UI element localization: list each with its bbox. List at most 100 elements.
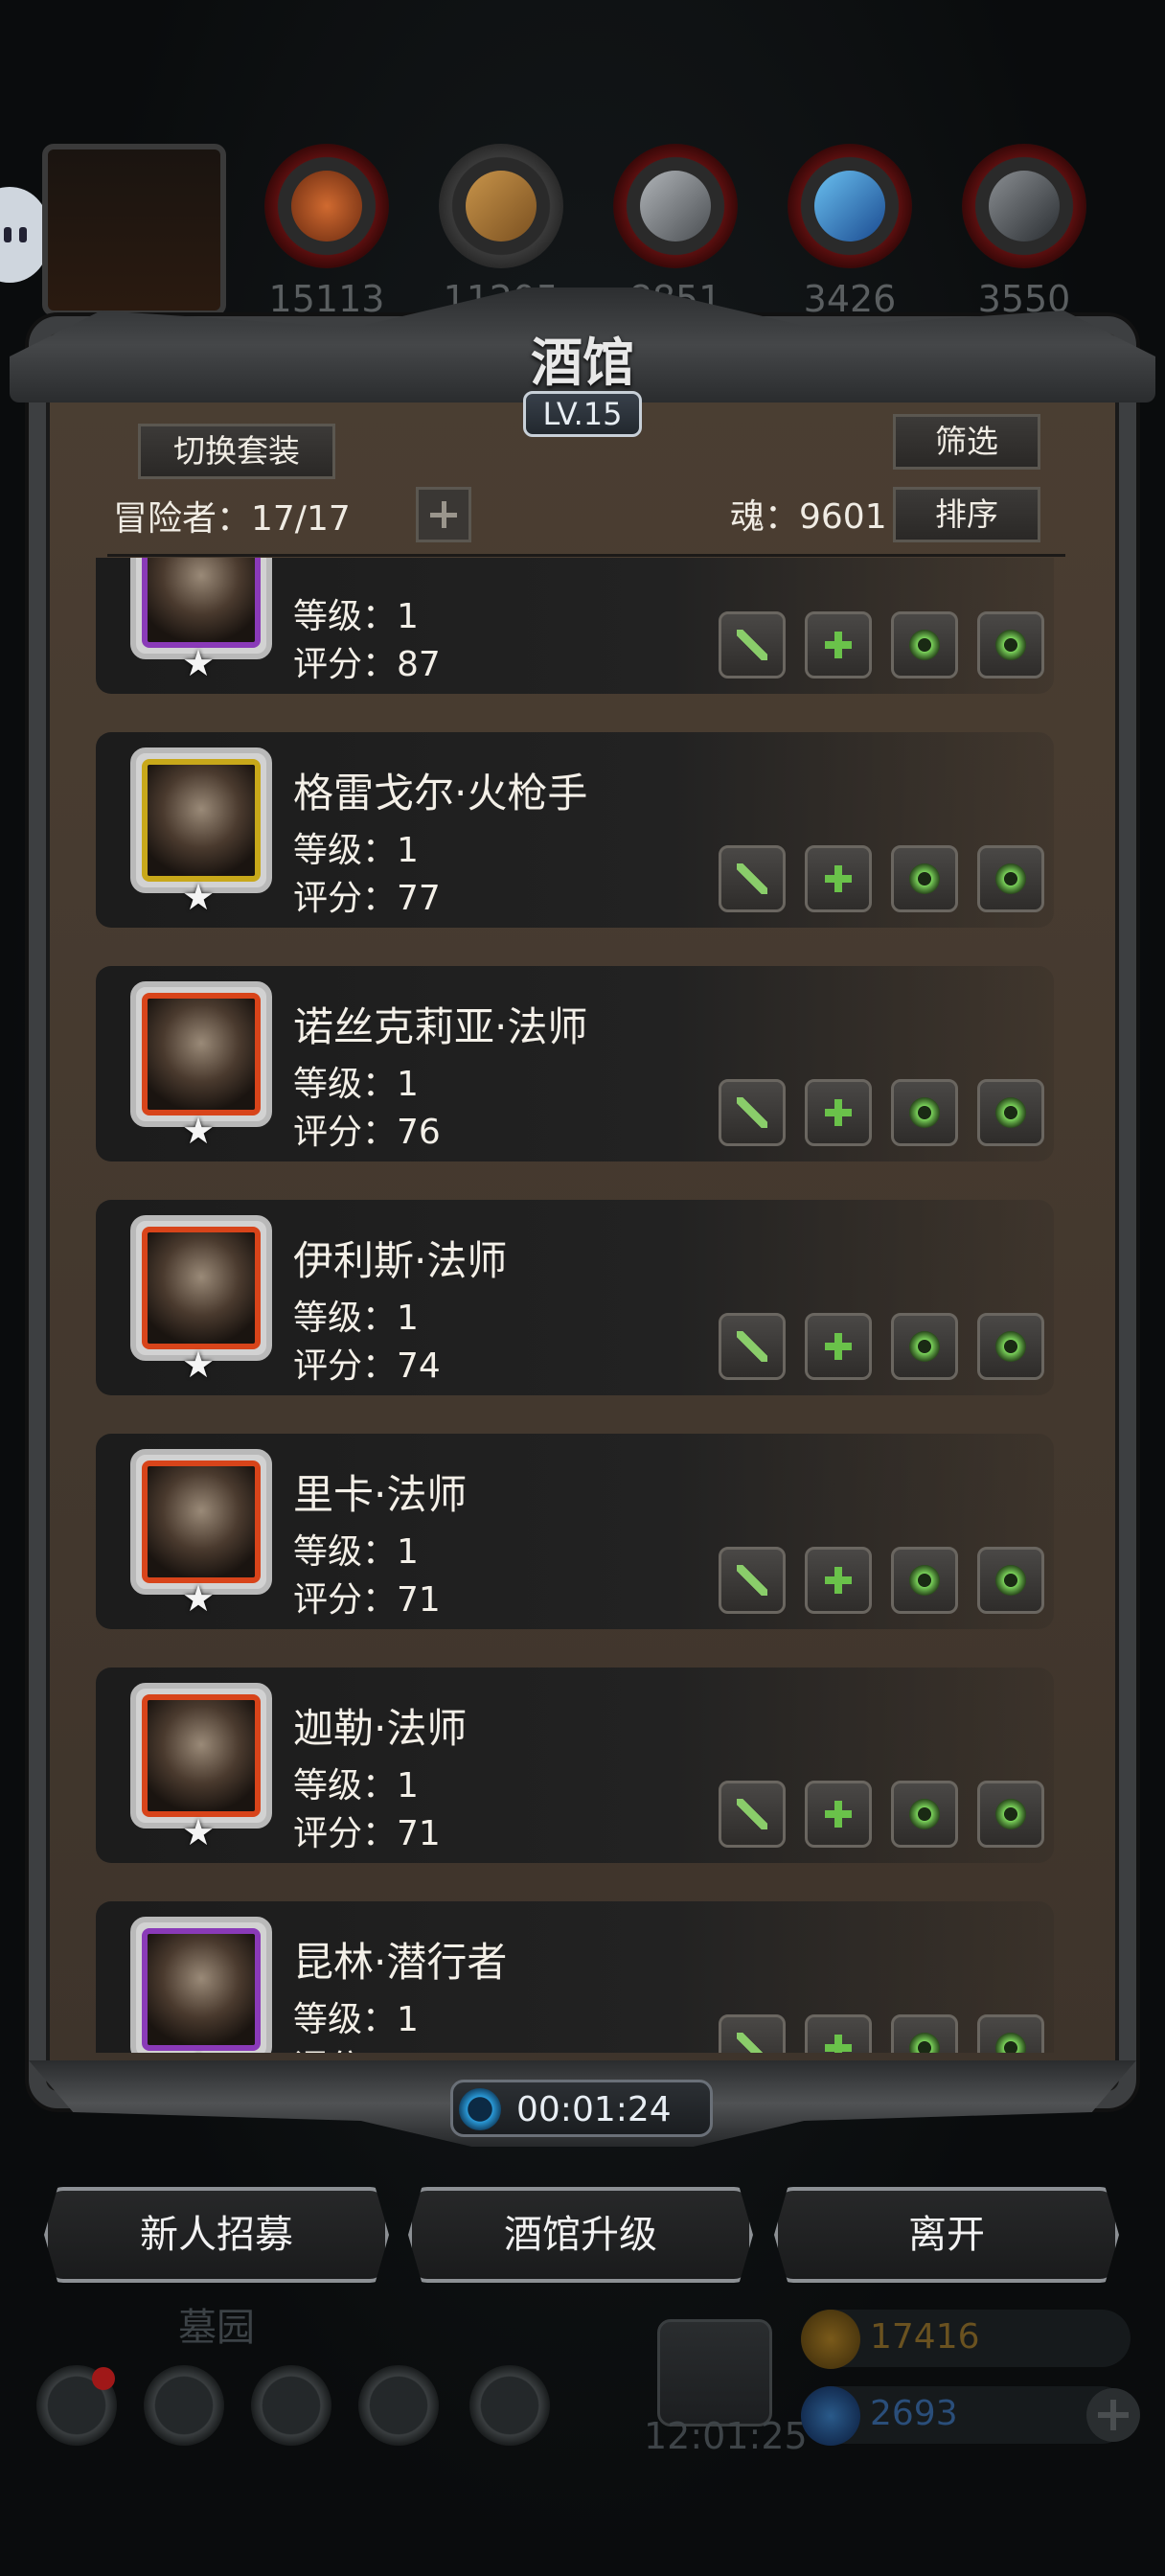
hero-card[interactable]: ★ 伊利斯·法师 等级：1 评分：74 <box>96 1200 1054 1395</box>
hero-name: 格雷戈尔·火枪手 <box>293 770 588 816</box>
weapon-slot[interactable] <box>719 1079 786 1146</box>
leave-button[interactable]: 离开 <box>774 2187 1119 2283</box>
ring-slot[interactable] <box>891 1547 958 1614</box>
hero-portrait[interactable] <box>130 981 272 1127</box>
hero-score: 评分：67 <box>293 2039 441 2053</box>
armor-slot[interactable] <box>805 1781 872 1848</box>
crystal-count: 3426 <box>803 278 897 320</box>
ring-slot[interactable] <box>891 845 958 912</box>
armor-slot[interactable] <box>805 1313 872 1380</box>
hero-face <box>142 1460 261 1583</box>
ring-icon <box>909 630 940 660</box>
side-menu-pill[interactable] <box>0 187 48 283</box>
hero-portrait[interactable] <box>130 1683 272 1828</box>
amulet-slot[interactable] <box>977 611 1044 678</box>
hero-score: 评分：77 <box>293 879 441 918</box>
armor-slot[interactable] <box>805 1547 872 1614</box>
hero-face <box>142 558 261 648</box>
ring-slot[interactable] <box>891 1079 958 1146</box>
ring-icon <box>909 1565 940 1596</box>
hero-card[interactable]: ★ 诺丝克莉亚·法师 等级：1 评分：76 <box>96 966 1054 1162</box>
ring-slot[interactable] <box>891 1313 958 1380</box>
amulet-icon <box>995 863 1026 894</box>
weapon-slot[interactable] <box>719 2014 786 2053</box>
hero-card[interactable]: ★ 里卡·法师 等级：1 评分：71 <box>96 1434 1054 1629</box>
hero-name: 迦勒·法师 <box>293 1705 468 1752</box>
wood-icon <box>466 171 537 242</box>
armor-slot[interactable] <box>805 1079 872 1146</box>
hero-card[interactable]: ★ 格雷戈尔·火枪手 等级：1 评分：77 <box>96 732 1054 928</box>
soul-count: 魂：9601 <box>730 497 887 537</box>
game-screen: 15113 11205 8851 3426 3550 酒馆 LV.15 切换套装… <box>0 0 1165 2576</box>
ring-icon <box>909 863 940 894</box>
add-currency-button[interactable] <box>1086 2388 1140 2442</box>
hero-portrait[interactable] <box>130 1917 272 2053</box>
recruit-button[interactable]: 新人招募 <box>44 2187 389 2283</box>
weapon-icon <box>737 1799 767 1829</box>
weapon-icon <box>737 1331 767 1362</box>
armor-slot[interactable] <box>805 845 872 912</box>
hero-portrait[interactable] <box>130 1449 272 1595</box>
hero-score: 评分：76 <box>293 1113 441 1152</box>
gem-amount: 2693 <box>870 2394 958 2433</box>
ring-slot[interactable] <box>891 2014 958 2053</box>
refresh-timer: 00:01:24 <box>450 2080 713 2137</box>
wood-resource <box>439 144 563 268</box>
armor-icon <box>823 1097 854 1128</box>
hero-level: 等级：1 <box>293 597 419 636</box>
sort-button[interactable]: 排序 <box>893 487 1040 542</box>
add-adventurer-button[interactable] <box>416 487 471 542</box>
star-icon: ★ <box>182 642 216 684</box>
hero-face <box>142 1694 261 1817</box>
crystal-resource <box>788 144 912 268</box>
filter-button[interactable]: 筛选 <box>893 414 1040 470</box>
clock-icon <box>459 2088 501 2130</box>
meat-icon <box>291 171 362 242</box>
hero-card[interactable]: ★ 迦勒·法师 等级：1 评分：71 <box>96 1668 1054 1863</box>
amulet-icon <box>995 1799 1026 1829</box>
weapon-slot[interactable] <box>719 1547 786 1614</box>
adventurer-count: 冒险者：17/17 <box>113 499 351 539</box>
amulet-slot[interactable] <box>977 1781 1044 1848</box>
upgrade-tavern-button[interactable]: 酒馆升级 <box>408 2187 753 2283</box>
amulet-slot[interactable] <box>977 1547 1044 1614</box>
gift-icon[interactable] <box>657 2319 772 2426</box>
switch-outfit-button[interactable]: 切换套装 <box>138 424 335 479</box>
player-avatar[interactable] <box>42 144 226 316</box>
meat-count: 15113 <box>268 278 385 320</box>
map-icon[interactable] <box>469 2365 550 2446</box>
amulet-slot[interactable] <box>977 845 1044 912</box>
weapon-slot[interactable] <box>719 1781 786 1848</box>
mail-icon[interactable] <box>358 2365 439 2446</box>
weapon-slot[interactable] <box>719 1313 786 1380</box>
amulet-icon <box>995 1097 1026 1128</box>
hero-name: 里卡·法师 <box>293 1471 468 1518</box>
star-icon: ★ <box>182 2045 215 2053</box>
armor-slot[interactable] <box>805 2014 872 2053</box>
weapon-slot[interactable] <box>719 611 786 678</box>
hero-card[interactable]: ★ 等级：1 评分：87 <box>96 558 1054 694</box>
gold-amount: 17416 <box>870 2317 980 2357</box>
header-divider <box>107 554 1065 557</box>
amulet-slot[interactable] <box>977 1313 1044 1380</box>
hero-portrait[interactable] <box>130 1215 272 1361</box>
guild-icon[interactable] <box>251 2365 331 2446</box>
achievement-icon[interactable] <box>144 2365 224 2446</box>
amulet-slot[interactable] <box>977 2014 1044 2053</box>
ring-slot[interactable] <box>891 1781 958 1848</box>
weapon-icon <box>737 1565 767 1596</box>
star-icon: ★ <box>182 1110 216 1152</box>
armor-icon <box>823 1565 854 1596</box>
amulet-slot[interactable] <box>977 1079 1044 1146</box>
gem-icon <box>801 2386 860 2446</box>
weapon-icon <box>737 863 767 894</box>
amulet-icon <box>995 1565 1026 1596</box>
hero-level: 等级：1 <box>293 1299 419 1338</box>
hero-portrait[interactable] <box>130 748 272 893</box>
ring-slot[interactable] <box>891 611 958 678</box>
weapon-slot[interactable] <box>719 845 786 912</box>
armor-slot[interactable] <box>805 611 872 678</box>
hero-list[interactable]: ★ 等级：1 评分：87 ★ 格雷戈尔·火枪手 等级：1 评分：77 ★ 诺丝克莉亚·法师 等级：… <box>92 558 1069 2053</box>
hero-card[interactable]: ★ 昆林·潜行者等级：1评分：67 <box>96 1901 1054 2053</box>
hero-score: 评分：71 <box>293 1580 441 1620</box>
